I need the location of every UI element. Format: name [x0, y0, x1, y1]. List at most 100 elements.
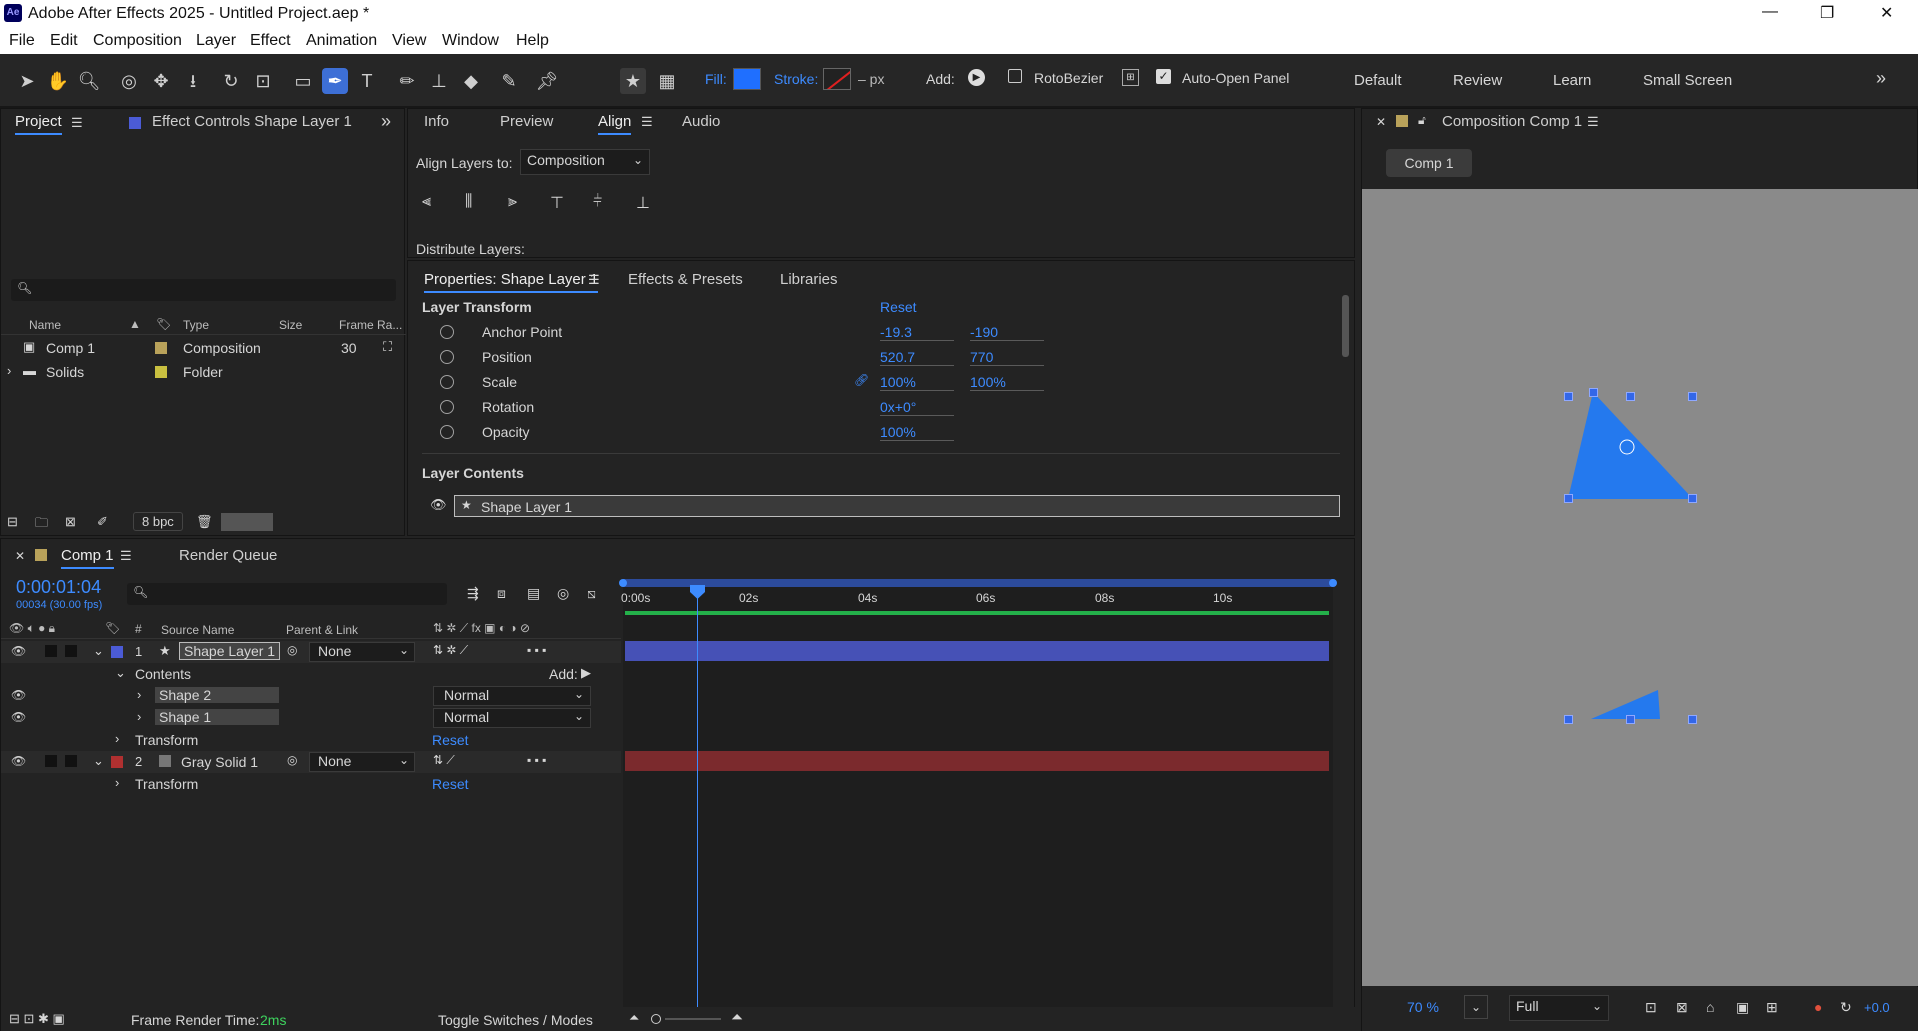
expand-chevron-icon[interactable]: › [115, 775, 119, 790]
tab-properties[interactable]: Properties: Shape Layer 1 [424, 271, 599, 293]
switches-icons[interactable]: ⇅ ⟋ [433, 753, 455, 768]
zoom-in-icon[interactable]: ⏶ [731, 1009, 743, 1026]
tab-project[interactable]: Project [15, 113, 62, 135]
thumbnail-slider[interactable] [221, 513, 273, 531]
frame-blending-icon[interactable]: ◎ [557, 585, 569, 602]
menu-help[interactable]: Help [516, 32, 549, 50]
pick-whip-icon[interactable]: ◎ [287, 753, 297, 767]
stopwatch-icon[interactable] [440, 425, 454, 439]
visibility-eye-icon[interactable]: 👁︎ [430, 497, 447, 513]
triangle-shape[interactable] [1568, 392, 1693, 499]
bbox-handle[interactable] [1564, 392, 1573, 401]
current-timecode[interactable]: 0:00:01:04 [16, 577, 101, 598]
label-tag-icon[interactable]: 🏷︎ [156, 317, 171, 331]
pick-whip-icon[interactable]: ◎ [287, 643, 297, 657]
minimize-icon[interactable]: — [1762, 3, 1778, 21]
layer-label-color[interactable] [111, 646, 123, 658]
composition-flowchart-icon[interactable]: ⇶ [467, 585, 479, 602]
align-left-icon[interactable]: ⫷ [422, 193, 431, 211]
switches-icons[interactable]: ⇅ ✲ ⟋ [433, 643, 468, 658]
rotate-tool-icon[interactable]: ↻ [218, 68, 244, 94]
workspace-review[interactable]: Review [1453, 72, 1502, 89]
parent-select[interactable]: None ⌄ [309, 752, 415, 772]
work-area-bar[interactable] [623, 579, 1333, 587]
col-type[interactable]: Type [183, 318, 209, 332]
pan-camera-icon[interactable]: ✥ [148, 68, 174, 94]
collapse-chevron-icon[interactable]: ⌄ [93, 643, 104, 659]
sort-arrow-icon[interactable]: ▲ [129, 317, 141, 331]
tab-effects-presets[interactable]: Effects & Presets [628, 271, 743, 288]
resolution-select[interactable]: Full ⌄ [1509, 995, 1609, 1021]
zoom-level[interactable]: 70 % [1407, 999, 1439, 1015]
tab-audio[interactable]: Audio [682, 113, 720, 130]
add-content-icon[interactable]: ▶ [581, 665, 591, 681]
col-parent-link[interactable]: Parent & Link [286, 623, 358, 637]
zoom-chevron-icon[interactable]: ⌄ [1464, 995, 1488, 1019]
orbit-camera-icon[interactable]: ◎ [116, 68, 142, 94]
tab-render-queue[interactable]: Render Queue [179, 547, 277, 564]
brush-tool-icon[interactable]: ✏ [394, 68, 420, 94]
position-y[interactable]: 770 [970, 349, 1044, 366]
collapse-chevron-icon[interactable]: ⌄ [115, 665, 126, 681]
grid-mask-icon[interactable]: ▦ [654, 68, 680, 94]
tab-comp1[interactable]: Comp 1 [61, 547, 114, 569]
align-horizontal-center-icon[interactable]: ⫼ [465, 193, 472, 211]
visibility-eye-icon[interactable]: 👁︎ [11, 688, 26, 702]
align-menu-icon[interactable]: ☰ [641, 114, 653, 130]
contents-row[interactable]: ⌄ Contents Add: ▶ [1, 663, 621, 685]
zoom-slider-track[interactable] [665, 1018, 721, 1020]
transform-reset-button[interactable]: Reset [432, 732, 469, 748]
label-color[interactable] [155, 342, 167, 354]
transform-reset-button[interactable]: Reset [880, 299, 917, 315]
visibility-eye-icon[interactable]: 👁︎ [11, 644, 26, 658]
collapse-chevron-icon[interactable]: ⌄ [93, 753, 104, 769]
rotobezier-checkbox[interactable] [1008, 69, 1022, 83]
add-menu-icon[interactable]: ▶ [968, 69, 985, 86]
audio-toggle[interactable] [45, 645, 57, 657]
layer-name[interactable]: Gray Solid 1 [181, 754, 258, 770]
layer-name[interactable]: Shape Layer 1 [179, 642, 281, 660]
menu-window[interactable]: Window [442, 32, 499, 50]
close-icon[interactable]: ✕ [1880, 3, 1893, 23]
shy-layers-icon[interactable]: ▤ [527, 585, 540, 602]
layer-row-1[interactable]: 👁︎ ⌄ 1 ★ Shape Layer 1 ◎ None ⌄ ⇅ ✲ ⟋ ▪ … [1, 641, 621, 663]
toggle-switches-modes-button[interactable]: Toggle Switches / Modes [438, 1012, 593, 1028]
bbox-handle[interactable] [1589, 388, 1598, 397]
fast-preview-icon[interactable]: ⊡ [1645, 999, 1657, 1016]
rotation-value[interactable]: 0x+0° [880, 399, 954, 416]
layer-switches[interactable]: ▪ ▪ ▪ [527, 643, 546, 657]
star-shape-icon[interactable]: ★ [620, 68, 646, 94]
pan-behind-icon[interactable]: ⊡ [250, 68, 276, 94]
restore-icon[interactable]: ❐ [1820, 3, 1834, 23]
close-timeline-icon[interactable]: ✕ [15, 549, 25, 563]
reset-exposure-icon[interactable]: ↻ [1840, 999, 1852, 1016]
dolly-camera-icon[interactable]: ⭳ [180, 68, 206, 94]
stroke-width-value[interactable]: – px [858, 71, 884, 87]
position-x[interactable]: 520.7 [880, 349, 954, 366]
new-composition-icon[interactable]: ⊠ [65, 514, 76, 530]
menu-view[interactable]: View [392, 32, 426, 50]
zoom-slider-knob[interactable] [651, 1014, 661, 1024]
opacity-value[interactable]: 100% [880, 424, 954, 441]
project-search-input[interactable]: 🔍︎ [11, 279, 396, 301]
audio-toggle[interactable] [45, 755, 57, 767]
composition-tab-title[interactable]: Composition Comp 1 [1442, 113, 1582, 130]
pen-tool-icon[interactable]: ✒ [322, 68, 348, 94]
layer-bar-2[interactable] [625, 751, 1329, 771]
trash-icon[interactable]: 🗑︎ [196, 514, 213, 530]
new-folder-icon[interactable]: 🗀 [35, 514, 48, 536]
flowchart-icon[interactable]: ⛶ [383, 339, 392, 355]
more-workspaces-icon[interactable]: » [1876, 68, 1886, 89]
tab-align[interactable]: Align [598, 113, 632, 135]
clone-stamp-icon[interactable]: ⊥ [426, 68, 452, 94]
menu-layer[interactable]: Layer [196, 32, 236, 50]
bbox-handle[interactable] [1688, 494, 1697, 503]
close-panel-icon[interactable]: ✕ [1376, 115, 1386, 129]
region-of-interest-icon[interactable]: ▣ [1736, 999, 1749, 1016]
menu-animation[interactable]: Animation [306, 32, 377, 50]
anchor-point-y[interactable]: -190 [970, 324, 1044, 341]
col-source-name[interactable]: Source Name [161, 623, 234, 637]
exposure-value[interactable]: +0.0 [1864, 1000, 1890, 1015]
timeline-search-input[interactable]: 🔍︎ [127, 583, 447, 605]
graph-editor-icon[interactable]: ⧅ [587, 585, 596, 602]
